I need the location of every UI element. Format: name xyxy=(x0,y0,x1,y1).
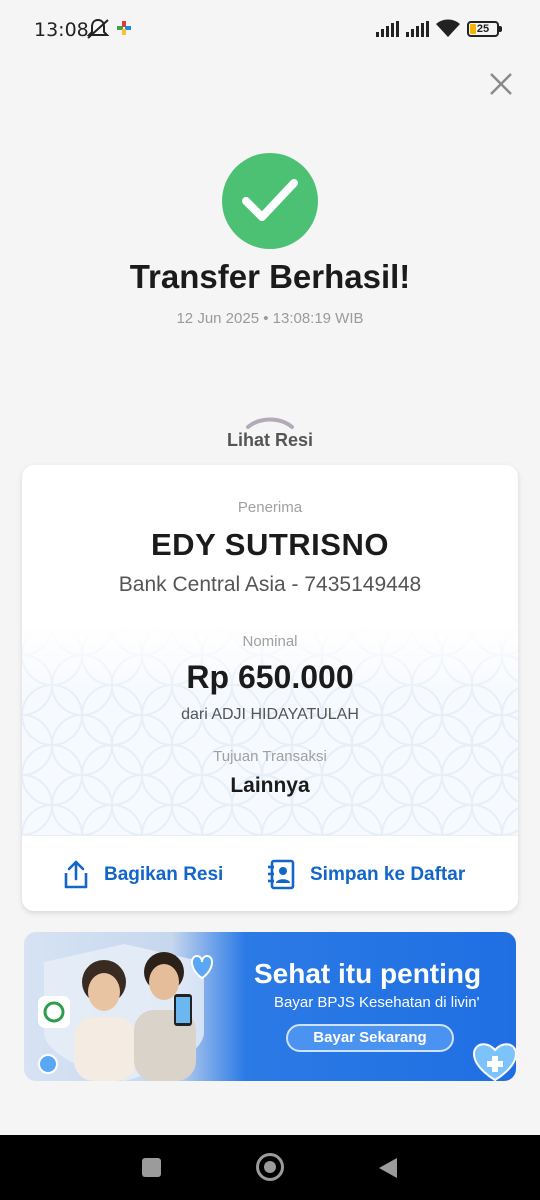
card-divider xyxy=(22,835,518,836)
share-receipt-label: Bagikan Resi xyxy=(104,864,224,885)
status-bar: 13:08 25 xyxy=(0,0,540,60)
navigation-bar xyxy=(0,1135,540,1200)
notification-icon xyxy=(117,21,131,35)
save-to-list-button[interactable]: Simpan ke Daftar xyxy=(266,855,465,895)
recipient-label: Penerima xyxy=(237,499,303,516)
back-icon[interactable] xyxy=(378,1157,398,1179)
banner-illustration xyxy=(38,944,214,1081)
transaction-datetime: 12 Jun 2025 • 13:08:19 WIB xyxy=(176,310,364,327)
share-icon xyxy=(64,860,88,889)
status-time: 13:08 xyxy=(34,19,89,41)
amount-value: Rp 650.000 xyxy=(186,659,354,695)
mute-icon xyxy=(86,18,110,39)
check-circle-icon xyxy=(222,153,318,249)
purpose-value: Lainnya xyxy=(230,774,310,797)
wifi-icon xyxy=(436,19,460,37)
purpose-label: Tujuan Transaksi xyxy=(213,748,327,765)
promo-banner[interactable]: Sehat itu penting Bayar BPJS Kesehatan d… xyxy=(24,932,516,1081)
signal-icon xyxy=(406,21,429,37)
heart-plus-icon xyxy=(472,1043,516,1081)
banner-subtitle: Bayar BPJS Kesehatan di livin' xyxy=(274,994,480,1011)
recipient-name: EDY SUTRISNO xyxy=(151,527,389,562)
contact-book-icon xyxy=(268,859,295,890)
sender-name: dari ADJI HIDAYATULAH xyxy=(181,706,359,723)
background-pattern xyxy=(22,625,518,835)
chevron-up-icon[interactable] xyxy=(246,416,294,430)
banner-title: Sehat itu penting xyxy=(254,958,482,989)
pay-now-button[interactable]: Bayar Sekarang xyxy=(286,1024,454,1052)
home-icon[interactable] xyxy=(256,1153,284,1181)
recipient-bank-account: Bank Central Asia - 7435149448 xyxy=(118,573,422,596)
share-receipt-button[interactable]: Bagikan Resi xyxy=(62,855,223,895)
battery-icon: 25 xyxy=(467,21,502,37)
recent-apps-icon[interactable] xyxy=(142,1158,161,1177)
battery-level: 25 xyxy=(476,23,490,35)
see-receipt-link[interactable]: Lihat Resi xyxy=(0,430,540,451)
receipt-card: Penerima EDY SUTRISNO Bank Central Asia … xyxy=(22,465,518,911)
page-title: Transfer Berhasil! xyxy=(129,258,411,295)
save-to-list-label: Simpan ke Daftar xyxy=(310,864,466,885)
amount-label: Nominal xyxy=(242,633,298,650)
signal-icon xyxy=(376,21,399,37)
close-icon[interactable] xyxy=(486,69,516,99)
